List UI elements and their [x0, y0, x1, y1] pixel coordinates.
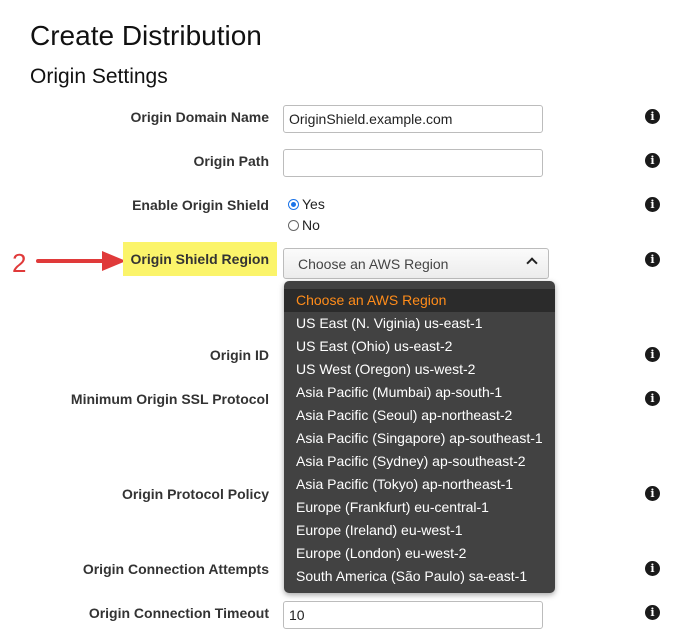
section-title: Origin Settings — [30, 65, 168, 88]
origin-shield-yes-option[interactable]: Yes — [288, 196, 325, 212]
dropdown-option[interactable]: Asia Pacific (Singapore) ap-southeast-1 — [284, 427, 555, 450]
origin-domain-name-label: Origin Domain Name — [130, 109, 269, 125]
dropdown-option[interactable]: Europe (London) eu-west-2 — [284, 542, 555, 565]
info-icon[interactable]: i — [645, 391, 660, 406]
origin-connection-timeout-input[interactable] — [283, 601, 543, 629]
info-icon[interactable]: i — [645, 561, 660, 576]
info-icon[interactable]: i — [645, 197, 660, 212]
chevron-up-icon — [526, 257, 538, 269]
enable-origin-shield-label: Enable Origin Shield — [132, 197, 269, 213]
dropdown-option[interactable]: Asia Pacific (Tokyo) ap-northeast-1 — [284, 473, 555, 496]
info-icon[interactable]: i — [645, 252, 660, 267]
step-number: 2 — [12, 248, 27, 278]
origin-id-label: Origin ID — [209, 347, 269, 363]
origin-protocol-policy-label: Origin Protocol Policy — [121, 486, 269, 502]
region-dropdown-list[interactable]: Choose an AWS Region US East (N. Viginia… — [284, 281, 555, 593]
arrow-right-icon — [36, 251, 126, 271]
origin-shield-no-option[interactable]: No — [288, 217, 320, 233]
origin-shield-region-value: Choose an AWS Region — [298, 256, 449, 272]
info-icon[interactable]: i — [645, 153, 660, 168]
dropdown-option[interactable]: US West (Oregon) us-west-2 — [284, 358, 555, 381]
info-icon[interactable]: i — [645, 486, 660, 501]
dropdown-option[interactable]: Asia Pacific (Seoul) ap-northeast-2 — [284, 404, 555, 427]
minimum-origin-ssl-protocol-label: Minimum Origin SSL Protocol — [70, 391, 269, 407]
origin-shield-region-label: Origin Shield Region — [122, 242, 277, 276]
dropdown-option[interactable]: Europe (Frankfurt) eu-central-1 — [284, 496, 555, 519]
page-title: Create Distribution — [30, 20, 262, 51]
info-icon[interactable]: i — [645, 347, 660, 362]
dropdown-option[interactable]: Asia Pacific (Mumbai) ap-south-1 — [284, 381, 555, 404]
origin-path-input[interactable] — [283, 149, 543, 177]
dropdown-option[interactable]: South America (São Paulo) sa-east-1 — [284, 565, 555, 588]
dropdown-option[interactable]: US East (N. Viginia) us-east-1 — [284, 312, 555, 335]
radio-yes-label: Yes — [302, 196, 325, 212]
dropdown-option[interactable]: Europe (Ireland) eu-west-1 — [284, 519, 555, 542]
origin-domain-name-input[interactable] — [283, 105, 543, 133]
origin-connection-timeout-label: Origin Connection Timeout — [88, 605, 269, 621]
origin-connection-attempts-label: Origin Connection Attempts — [82, 561, 269, 577]
dropdown-option[interactable]: Asia Pacific (Sydney) ap-southeast-2 — [284, 450, 555, 473]
radio-yes[interactable] — [288, 198, 299, 210]
dropdown-option[interactable]: US East (Ohio) us-east-2 — [284, 335, 555, 358]
info-icon[interactable]: i — [645, 605, 660, 620]
origin-path-label: Origin Path — [193, 153, 269, 169]
info-icon[interactable]: i — [645, 109, 660, 124]
dropdown-option[interactable]: Choose an AWS Region — [284, 289, 555, 312]
origin-shield-region-select[interactable]: Choose an AWS Region — [283, 248, 549, 279]
radio-no[interactable] — [288, 219, 299, 231]
radio-no-label: No — [302, 217, 320, 233]
